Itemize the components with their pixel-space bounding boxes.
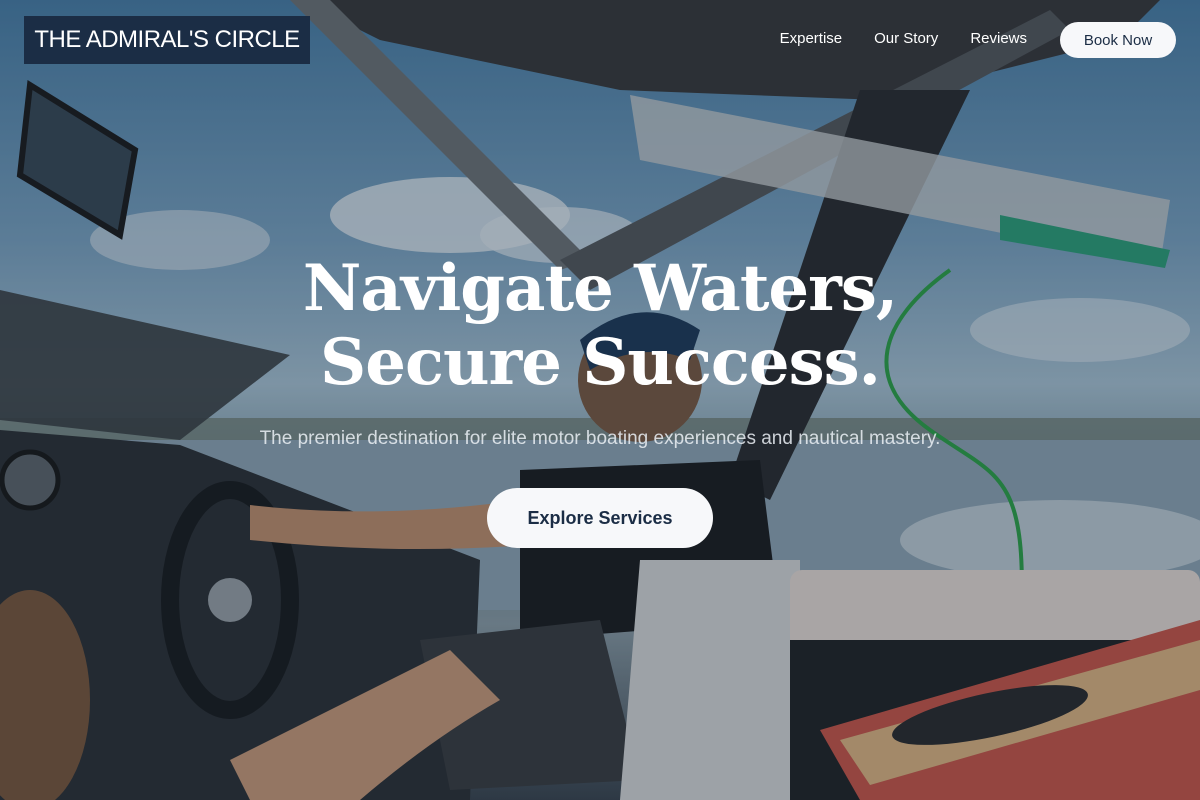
nav-link-our-story[interactable]: Our Story — [874, 28, 938, 50]
book-now-button[interactable]: Book Now — [1060, 22, 1176, 58]
site-logo[interactable]: THE ADMIRAL'S CIRCLE — [24, 16, 310, 64]
nav-links: Expertise Our Story Reviews — [780, 28, 1027, 50]
hero-section: Navigate Waters, Secure Success. The pre… — [0, 252, 1200, 452]
hero-headline: Navigate Waters, Secure Success. — [0, 252, 1200, 400]
explore-services-button[interactable]: Explore Services — [487, 488, 713, 548]
top-navigation: THE ADMIRAL'S CIRCLE Expertise Our Story… — [0, 0, 1200, 80]
nav-link-expertise[interactable]: Expertise — [780, 28, 843, 50]
hero-subheadline: The premier destination for elite motor … — [259, 428, 941, 449]
hero-headline-line2: Secure Success. — [320, 325, 881, 400]
hero-headline-line1: Navigate Waters, — [302, 251, 898, 326]
nav-link-reviews[interactable]: Reviews — [970, 28, 1027, 50]
